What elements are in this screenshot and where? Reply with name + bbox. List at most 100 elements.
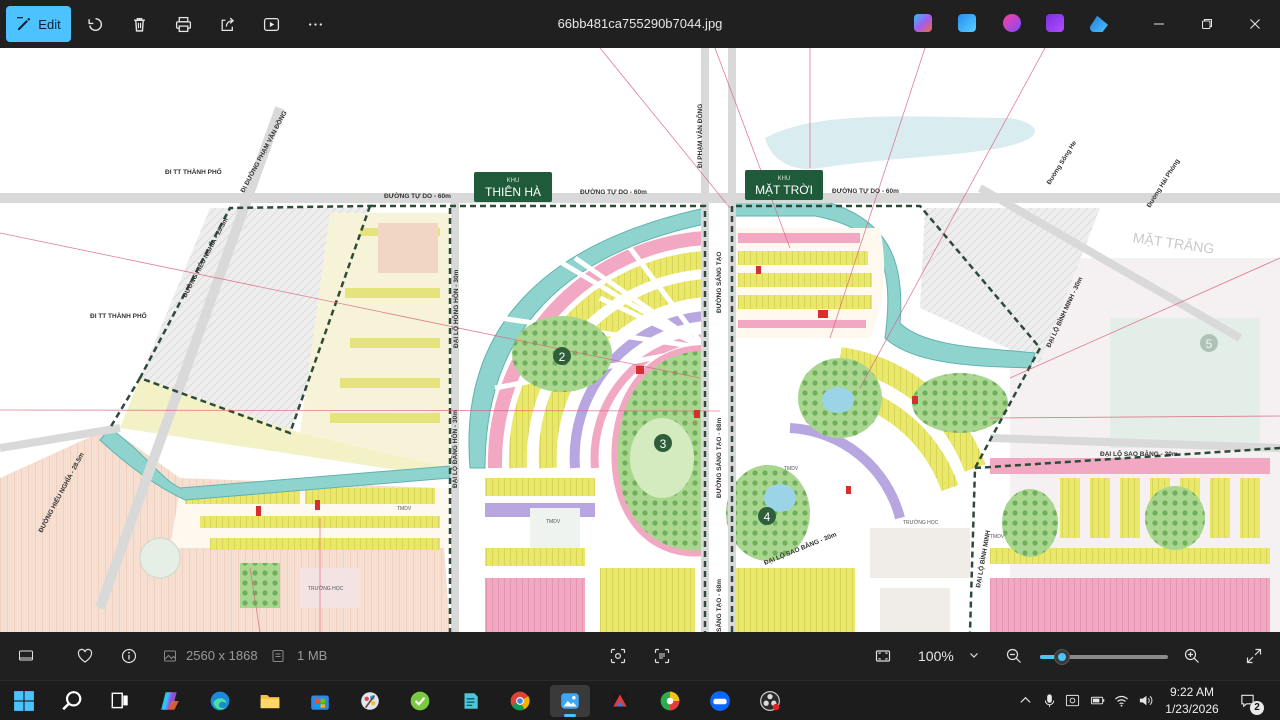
delete-icon[interactable] (127, 12, 151, 36)
svg-text:5: 5 (1206, 337, 1213, 351)
image-dimensions: 2560 x 1868 (186, 648, 258, 663)
greenshot-icon (410, 691, 430, 711)
info-bar: 2560 x 1868 1 MB 100% (0, 632, 1280, 680)
facility-label: TMDV (397, 506, 412, 512)
zoom-slider[interactable] (1040, 649, 1168, 665)
zoom-slider-thumb[interactable] (1053, 649, 1070, 665)
dimensions-icon (160, 646, 180, 666)
zalo-icon (710, 691, 730, 711)
road-label: ĐƯỜNG TỰ DO - 60m (832, 186, 899, 195)
photos-legacy-app[interactable] (350, 685, 390, 717)
copilot-app[interactable] (150, 685, 190, 717)
road-label: ĐẠI LỘ SAO BĂNG - 30m (1100, 449, 1178, 458)
road-label: SÁNG TẠO - 68m (714, 579, 723, 632)
zoom-out-icon[interactable] (1004, 646, 1024, 666)
zone-badge-thien-ha: KHU THIÊN HÀ (474, 172, 552, 202)
taskbar: 9:22 AM 1/23/2026 2 (0, 680, 1280, 720)
file-title: 66bb481ca755290b7044.jpg (557, 16, 723, 31)
photos-icon (561, 693, 579, 709)
zoom-in-icon[interactable] (1182, 646, 1202, 666)
facility-label: TMDV (546, 519, 561, 525)
clock[interactable]: 9:22 AM 1/23/2026 (1156, 684, 1228, 718)
clock-date: 1/23/2026 (1165, 702, 1219, 716)
task-view-icon (111, 692, 128, 709)
zoom-dropdown[interactable]: 100% (908, 640, 992, 672)
chevron-up-icon[interactable] (1016, 691, 1034, 709)
file-explorer-app[interactable] (250, 685, 290, 717)
facility-label: TMDV (990, 534, 1005, 540)
photos-editor-icon[interactable] (958, 14, 976, 32)
photos-app[interactable] (550, 685, 590, 717)
park-number-2: 2 (553, 347, 571, 365)
wifi-icon[interactable] (1112, 691, 1130, 709)
zone-badge-mat-troi: KHU MẶT TRỜI (745, 170, 823, 200)
svg-text:MẶT TRỜI: MẶT TRỜI (755, 182, 813, 197)
minimize-button[interactable] (1136, 0, 1182, 48)
fit-to-window-icon[interactable] (873, 646, 893, 666)
scan-text-icon[interactable] (652, 646, 672, 666)
edge-app[interactable] (200, 685, 240, 717)
slideshow-icon[interactable] (259, 12, 283, 36)
microphone-icon[interactable] (1040, 691, 1058, 709)
park-number-3: 3 (654, 434, 672, 452)
more-icon[interactable] (303, 12, 327, 36)
facility-label: TRƯỜNG HỌC (308, 585, 344, 592)
zoom-value: 100% (918, 648, 954, 664)
onedrive-icon[interactable] (1090, 15, 1108, 32)
road-label: ĐƯỜNG TỰ DO - 60m (384, 191, 451, 200)
master-plan-image: KHU THIÊN HÀ KHU MẶT TRỜI MẶT TRĂNG ĐI T… (0, 48, 1280, 632)
fullscreen-icon[interactable] (1244, 646, 1264, 666)
microsoft-store-app[interactable] (300, 685, 340, 717)
start-button[interactable] (4, 685, 44, 717)
svg-text:KHU: KHU (778, 176, 791, 182)
obs-icon (760, 691, 780, 711)
edit-button[interactable]: Edit (6, 6, 71, 42)
close-button[interactable] (1232, 0, 1278, 48)
greenshot-app[interactable] (400, 685, 440, 717)
notepad-app[interactable] (450, 685, 490, 717)
image-canvas[interactable]: KHU THIÊN HÀ KHU MẶT TRỜI MẶT TRĂNG ĐI T… (0, 48, 1280, 632)
clipchamp-icon[interactable] (1003, 14, 1021, 32)
favorite-icon[interactable] (75, 646, 95, 666)
video-editor-icon[interactable] (1046, 14, 1064, 32)
coccoc-app[interactable] (650, 685, 690, 717)
powerpoint-app[interactable] (600, 685, 640, 717)
restore-button[interactable] (1184, 0, 1230, 48)
filmora-icon (611, 692, 629, 710)
copilot-icon (161, 692, 179, 710)
info-icon[interactable] (119, 646, 139, 666)
edge-icon (210, 691, 230, 711)
search-button[interactable] (52, 685, 92, 717)
visual-search-icon[interactable] (608, 646, 628, 666)
chrome-icon (510, 691, 530, 711)
notepad-icon (464, 693, 478, 709)
road-label: ĐƯỜNG TỰ DO - 60m (580, 187, 647, 196)
edit-label: Edit (38, 16, 61, 32)
edit-icon (17, 17, 31, 30)
store-icon (311, 695, 329, 710)
road-label: ĐƯỜNG SÁNG TẠO (714, 252, 723, 314)
obs-app[interactable] (750, 685, 790, 717)
svg-text:2: 2 (559, 350, 566, 364)
windows-icon (14, 691, 34, 711)
svg-text:KHU: KHU (507, 178, 520, 184)
volume-icon[interactable] (1136, 691, 1154, 709)
coccoc-icon (660, 691, 680, 711)
file-size-icon (268, 646, 288, 666)
copilot-icon[interactable] (914, 14, 932, 32)
chevron-down-icon (970, 653, 978, 658)
filmstrip-icon[interactable] (16, 646, 36, 666)
vpn-icon[interactable] (1063, 691, 1081, 709)
search-icon (62, 691, 82, 711)
facility-label: TMDV (784, 466, 799, 472)
road-label: ĐƯỜNG SÁNG TẠO - 68m (714, 418, 723, 498)
zalo-app[interactable] (700, 685, 740, 717)
folder-icon (260, 694, 280, 709)
share-icon[interactable] (215, 12, 239, 36)
svg-text:4: 4 (764, 510, 771, 524)
rotate-icon[interactable] (83, 12, 107, 36)
battery-icon[interactable] (1088, 691, 1106, 709)
chrome-app[interactable] (500, 685, 540, 717)
task-view-button[interactable] (100, 685, 140, 717)
print-icon[interactable] (171, 12, 195, 36)
